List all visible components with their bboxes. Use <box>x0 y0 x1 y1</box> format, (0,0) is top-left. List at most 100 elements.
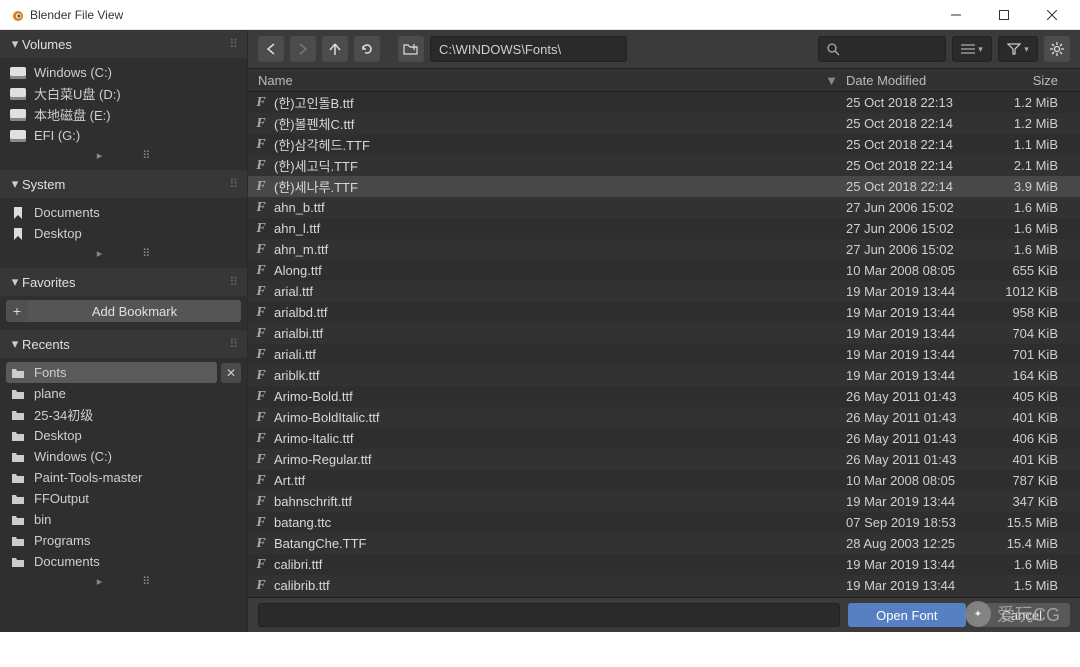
file-row[interactable]: Fbahnschrift.ttf19 Mar 2019 13:44347 KiB <box>248 491 1080 512</box>
recent-item[interactable]: Windows (C:) <box>6 446 241 467</box>
file-row[interactable]: FArimo-BoldItalic.ttf26 May 2011 01:4340… <box>248 407 1080 428</box>
settings-button[interactable] <box>1044 36 1070 62</box>
folder-icon <box>10 472 26 484</box>
file-row[interactable]: Fcalibrib.ttf19 Mar 2019 13:441.5 MiB <box>248 575 1080 596</box>
file-row[interactable]: F(한)삼각헤드.TTF25 Oct 2018 22:141.1 MiB <box>248 134 1080 155</box>
drag-handle-icon[interactable]: ⠿ <box>229 37 239 51</box>
display-mode-button[interactable]: ▾ <box>952 36 992 62</box>
file-row[interactable]: FAlong.ttf10 Mar 2008 08:05655 KiB <box>248 260 1080 281</box>
volumes-header[interactable]: ▾ Volumes ⠿ <box>0 30 247 58</box>
up-button[interactable] <box>322 36 348 62</box>
maximize-button[interactable] <box>984 1 1024 29</box>
list-icon <box>961 43 975 55</box>
file-row[interactable]: Fcalibri.ttf19 Mar 2019 13:441.6 MiB <box>248 554 1080 575</box>
file-row[interactable]: Fariblk.ttf19 Mar 2019 13:44164 KiB <box>248 365 1080 386</box>
file-date: 19 Mar 2019 13:44 <box>846 557 986 572</box>
file-row[interactable]: Farialbi.ttf19 Mar 2019 13:44704 KiB <box>248 323 1080 344</box>
file-row[interactable]: FArimo-Regular.ttf26 May 2011 01:43401 K… <box>248 449 1080 470</box>
file-name: (한)볼펜체C.ttf <box>274 114 846 133</box>
system-header[interactable]: ▾ System ⠿ <box>0 170 247 198</box>
file-size: 1.6 MiB <box>986 557 1066 572</box>
recent-item[interactable]: Fonts <box>6 362 217 383</box>
recents-list: Fonts✕plane25-34初级DesktopWindows (C:)Pai… <box>0 358 247 632</box>
recent-item[interactable]: Desktop <box>6 425 241 446</box>
file-name: Arimo-Bold.ttf <box>274 389 846 404</box>
file-row[interactable]: FArimo-Bold.ttf26 May 2011 01:43405 KiB <box>248 386 1080 407</box>
recents-header[interactable]: ▾ Recents ⠿ <box>0 330 247 358</box>
file-name: (한)세나루.TTF <box>274 177 846 196</box>
collapse-handle[interactable]: ▸⠿ <box>6 148 241 162</box>
volume-item[interactable]: 大白菜U盘 (D:) <box>6 83 241 104</box>
add-bookmark-label: Add Bookmark <box>28 304 241 319</box>
file-row[interactable]: Fariali.ttf19 Mar 2019 13:44701 KiB <box>248 344 1080 365</box>
file-date: 26 May 2011 01:43 <box>846 452 986 467</box>
system-item[interactable]: Desktop <box>6 223 241 244</box>
column-size[interactable]: Size <box>986 73 1066 88</box>
minimize-button[interactable] <box>936 1 976 29</box>
filter-button[interactable]: ▾ <box>998 36 1038 62</box>
refresh-button[interactable] <box>354 36 380 62</box>
file-row[interactable]: F(한)세고딕.TTF25 Oct 2018 22:142.1 MiB <box>248 155 1080 176</box>
content-area: ▾ ▾ Name▼ Date Modified Size F(한)고인돌B.tt… <box>248 30 1080 632</box>
recent-item[interactable]: 25-34初级 <box>6 404 241 425</box>
column-name[interactable]: Name▼ <box>248 73 846 88</box>
file-row[interactable]: Fahn_b.ttf27 Jun 2006 15:021.6 MiB <box>248 197 1080 218</box>
file-date: 19 Mar 2019 13:44 <box>846 578 986 593</box>
font-file-icon: F <box>248 284 274 300</box>
font-file-icon: F <box>248 137 274 153</box>
file-size: 655 KiB <box>986 263 1066 278</box>
remove-recent-button[interactable]: ✕ <box>221 363 241 383</box>
recent-item[interactable]: Documents <box>6 551 241 572</box>
file-row[interactable]: Farialbd.ttf19 Mar 2019 13:44958 KiB <box>248 302 1080 323</box>
file-list[interactable]: F(한)고인돌B.ttf25 Oct 2018 22:131.2 MiBF(한)… <box>248 92 1080 597</box>
recent-item[interactable]: FFOutput <box>6 488 241 509</box>
new-folder-button[interactable] <box>398 36 424 62</box>
column-date[interactable]: Date Modified <box>846 73 986 88</box>
drag-handle-icon[interactable]: ⠿ <box>229 177 239 191</box>
filename-input[interactable] <box>258 603 840 627</box>
open-font-button[interactable]: Open Font <box>848 603 965 627</box>
file-row[interactable]: Farial.ttf19 Mar 2019 13:441012 KiB <box>248 281 1080 302</box>
close-button[interactable] <box>1032 1 1072 29</box>
volume-item[interactable]: EFI (G:) <box>6 125 241 146</box>
file-size: 1.6 MiB <box>986 242 1066 257</box>
volume-item[interactable]: Windows (C:) <box>6 62 241 83</box>
add-bookmark-button[interactable]: + Add Bookmark <box>6 300 241 322</box>
recent-item[interactable]: bin <box>6 509 241 530</box>
collapse-handle[interactable]: ▸⠿ <box>6 574 241 588</box>
file-size: 1.1 MiB <box>986 137 1066 152</box>
volume-item[interactable]: 本地磁盘 (E:) <box>6 104 241 125</box>
file-row[interactable]: FBatangChe.TTF28 Aug 2003 12:2515.4 MiB <box>248 533 1080 554</box>
funnel-icon <box>1007 43 1021 55</box>
recent-item[interactable]: Programs <box>6 530 241 551</box>
recent-item[interactable]: plane <box>6 383 241 404</box>
path-input[interactable] <box>430 36 627 62</box>
sort-down-icon: ▼ <box>825 73 838 88</box>
system-item[interactable]: Documents <box>6 202 241 223</box>
bottom-bar: Open Font Cancel <box>248 597 1080 632</box>
file-name: Arimo-Italic.ttf <box>274 431 846 446</box>
search-input[interactable] <box>818 36 946 62</box>
file-name: ariali.ttf <box>274 347 846 362</box>
drag-handle-icon[interactable]: ⠿ <box>229 337 239 351</box>
drag-handle-icon[interactable]: ⠿ <box>229 275 239 289</box>
back-button[interactable] <box>258 36 284 62</box>
file-row[interactable]: FArt.ttf10 Mar 2008 08:05787 KiB <box>248 470 1080 491</box>
file-row[interactable]: Fbatang.ttc07 Sep 2019 18:5315.5 MiB <box>248 512 1080 533</box>
forward-button[interactable] <box>290 36 316 62</box>
file-size: 3.9 MiB <box>986 179 1066 194</box>
file-row[interactable]: FArimo-Italic.ttf26 May 2011 01:43406 Ki… <box>248 428 1080 449</box>
recent-item[interactable]: Paint-Tools-master <box>6 467 241 488</box>
system-list: DocumentsDesktop ▸⠿ <box>0 198 247 268</box>
file-row[interactable]: F(한)세나루.TTF25 Oct 2018 22:143.9 MiB <box>248 176 1080 197</box>
cancel-button[interactable]: Cancel <box>974 603 1070 627</box>
drive-icon <box>10 109 26 121</box>
file-row[interactable]: F(한)볼펜체C.ttf25 Oct 2018 22:141.2 MiB <box>248 113 1080 134</box>
collapse-handle[interactable]: ▸⠿ <box>6 246 241 260</box>
file-row[interactable]: Fahn_m.ttf27 Jun 2006 15:021.6 MiB <box>248 239 1080 260</box>
file-row[interactable]: F(한)고인돌B.ttf25 Oct 2018 22:131.2 MiB <box>248 92 1080 113</box>
favorites-header[interactable]: ▾ Favorites ⠿ <box>0 268 247 296</box>
file-name: bahnschrift.ttf <box>274 494 846 509</box>
file-row[interactable]: Fahn_l.ttf27 Jun 2006 15:021.6 MiB <box>248 218 1080 239</box>
font-file-icon: F <box>248 410 274 426</box>
